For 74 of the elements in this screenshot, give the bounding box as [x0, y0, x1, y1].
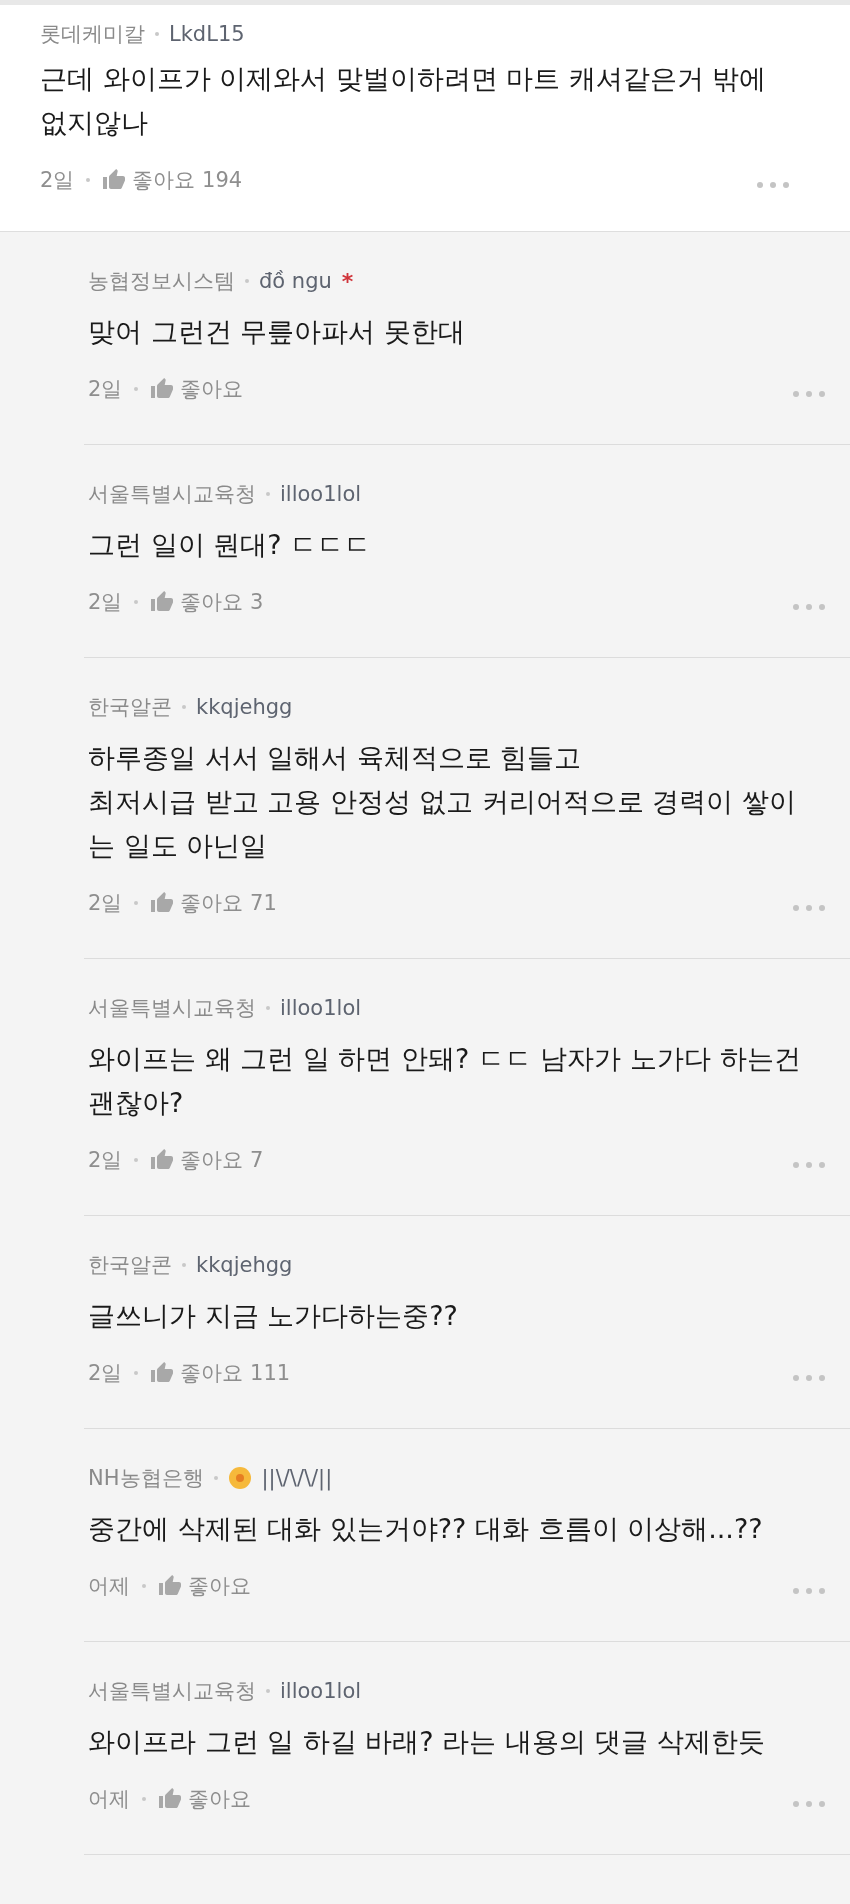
- like-button[interactable]: 좋아요 194: [102, 166, 243, 194]
- separator-dot-icon: [266, 1006, 270, 1010]
- separator-dot-icon: [213, 1476, 218, 1480]
- username[interactable]: illoo1lol: [280, 482, 362, 506]
- comment-time: 어제: [88, 1786, 130, 1813]
- flower-icon: [227, 1466, 252, 1490]
- thumbs-up-icon: [102, 168, 127, 192]
- like-button[interactable]: 좋아요: [150, 375, 244, 403]
- like-button[interactable]: 좋아요 3: [150, 588, 264, 616]
- company-name: 서울특별시교육청: [88, 481, 256, 508]
- thumbs-up-icon: [150, 891, 175, 915]
- more-options-icon[interactable]: [792, 1587, 826, 1595]
- more-options-icon[interactable]: [756, 181, 790, 189]
- comment-text: 와이프라 그런 일 하길 바래? 라는 내용의 댓글 삭제한듯: [88, 1725, 766, 1759]
- more-options-icon[interactable]: [792, 1800, 826, 1808]
- thumbs-up-icon: [150, 377, 175, 401]
- like-button[interactable]: 좋아요 71: [150, 889, 277, 917]
- comment-text: 하루종일 서서 일해서 육체적으로 힘들고 최저시급 받고 고용 안정성 없고 커리어적으로 경력이 쌓이는 일도 아닌일: [88, 741, 798, 863]
- like-button[interactable]: 좋아요: [158, 1785, 251, 1813]
- company-name: 한국알콘: [88, 694, 172, 721]
- like-button[interactable]: 좋아요: [158, 1572, 251, 1600]
- separator-dot-icon: [155, 32, 159, 36]
- username[interactable]: ||\/\/\/||: [261, 1466, 333, 1490]
- separator-dot-icon: [134, 1371, 139, 1375]
- thumbs-up-icon: [150, 590, 175, 614]
- separator-dot-icon: [86, 178, 91, 182]
- more-options-icon[interactable]: [792, 1161, 826, 1169]
- comment-text: 맞어 그런건 무릎아파서 못한대: [88, 315, 466, 349]
- more-options-icon[interactable]: [792, 603, 826, 611]
- separator-dot-icon: [266, 1689, 270, 1693]
- thumbs-up-icon: [150, 1148, 175, 1172]
- comment-text: 글쓰니가 지금 노가다하는중??: [88, 1299, 459, 1333]
- separator-dot-icon: [245, 279, 249, 283]
- username[interactable]: đồ ngu: [259, 269, 332, 293]
- separator-dot-icon: [134, 387, 139, 391]
- comment-time: 2일: [88, 1147, 123, 1174]
- username[interactable]: illoo1lol: [280, 996, 362, 1020]
- more-options-icon[interactable]: [792, 904, 826, 912]
- thumbs-up-icon: [150, 1361, 175, 1385]
- separator-dot-icon: [134, 600, 139, 604]
- comment-time: 2일: [88, 890, 123, 917]
- comment-text: 중간에 삭제된 대화 있는거야?? 대화 흐름이 이상해...??: [88, 1512, 764, 1546]
- comment-text: 와이프는 왜 그런 일 하면 안돼? ㄷㄷ 남자가 노가다 하는건 괜찮아?: [88, 1042, 802, 1120]
- author-mark: *: [341, 268, 354, 294]
- separator-dot-icon: [142, 1797, 146, 1801]
- thumbs-up-icon: [158, 1574, 182, 1598]
- like-button[interactable]: 좋아요 111: [150, 1359, 291, 1387]
- comment-time: 2일: [88, 1360, 123, 1387]
- like-button[interactable]: 좋아요 7: [150, 1146, 264, 1174]
- comment-text: 그런 일이 뭔대? ㄷㄷㄷ: [88, 528, 373, 562]
- separator-dot-icon: [134, 1158, 139, 1162]
- company-name: 롯데케미칼: [40, 21, 145, 48]
- separator-dot-icon: [182, 705, 186, 709]
- more-options-icon[interactable]: [792, 390, 826, 398]
- company-name: 한국알콘: [88, 1252, 172, 1279]
- comment-time: 어제: [88, 1573, 130, 1600]
- username[interactable]: kkqjehgg: [196, 1253, 293, 1277]
- company-name: 농협정보시스템: [88, 268, 235, 295]
- comment-time: 2일: [40, 167, 75, 194]
- username[interactable]: LkdL15: [169, 22, 245, 46]
- separator-dot-icon: [266, 492, 270, 496]
- comment-time: 2일: [88, 376, 123, 403]
- separator-dot-icon: [142, 1584, 146, 1588]
- company-name: 서울특별시교육청: [88, 995, 256, 1022]
- thumbs-up-icon: [158, 1787, 182, 1811]
- username[interactable]: kkqjehgg: [196, 695, 293, 719]
- company-name: NH농협은행: [88, 1465, 204, 1492]
- more-options-icon[interactable]: [792, 1374, 826, 1382]
- separator-dot-icon: [182, 1263, 186, 1267]
- separator-dot-icon: [134, 901, 139, 905]
- username[interactable]: illoo1lol: [280, 1679, 362, 1703]
- comment-text: 근데 와이프가 이제와서 맞벌이하려면 마트 캐셔같은거 밖에 없지않나: [40, 62, 768, 140]
- comment-time: 2일: [88, 589, 123, 616]
- company-name: 서울특별시교육청: [88, 1678, 256, 1705]
